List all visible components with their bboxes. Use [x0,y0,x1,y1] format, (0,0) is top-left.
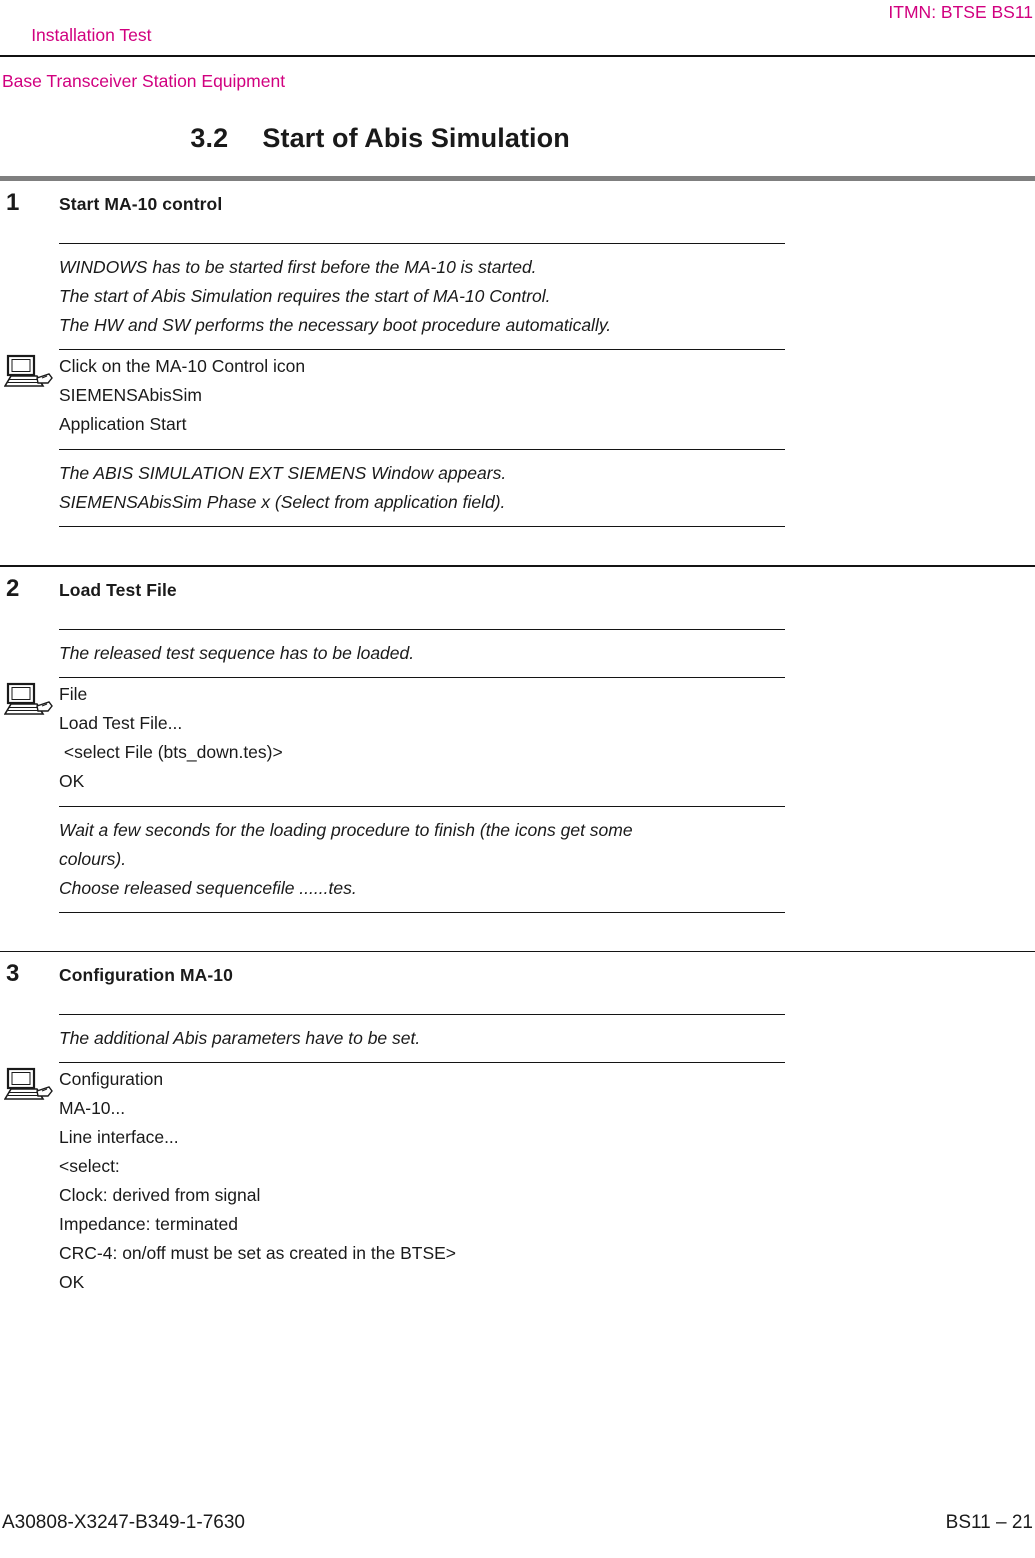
action-line: SIEMENSAbisSim [59,385,202,405]
step-3-title: Configuration MA-10 [59,965,233,986]
step-3-note-lines: The additional Abis parameters have to b… [59,1015,785,1062]
footer-document-number: A30808-X3247-B349-1-7630 [2,1512,245,1533]
step-1-number: 1 [6,189,20,216]
action-line: OK [59,1272,85,1293]
step-2: 2 Load Test File The released test seque… [0,567,1035,951]
step-1-action-lines: Click on the MA-10 Control icon SIEMENSA… [59,350,785,449]
step-3-header: 3 Configuration MA-10 [0,952,1035,998]
header-left-line1: Installation Test [31,25,152,45]
step-1-action-block: Click on the MA-10 Control icon SIEMENSA… [3,350,785,449]
result-line: Choose released sequencefile ......tes. [59,877,357,898]
page-title: 3.2 Start of Abis Simulation [160,92,570,185]
header-left-line2: Base Transceiver Station Equipment [2,71,286,91]
step-1-result-block: The ABIS SIMULATION EXT SIEMENS Window a… [59,449,785,527]
step-2-result-lines: Wait a few seconds for the loading proce… [59,807,785,912]
step-2-note-lines: The released test sequence has to be loa… [59,630,785,677]
note-line: The HW and SW performs the necessary boo… [59,315,612,335]
step-1-note-lines: WINDOWS has to be started first before t… [59,244,785,349]
result-line: The ABIS SIMULATION EXT SIEMENS Window a… [59,463,507,483]
action-line: Application Start [59,414,187,434]
step-2-action-lines: File Load Test File... <select File (bts… [59,678,785,806]
steps-container: 1 Start MA-10 control WINDOWS has to be … [0,176,1035,1307]
step-3-number: 3 [6,960,20,988]
note-line: WINDOWS has to be started first before t… [59,257,537,277]
step-1: 1 Start MA-10 control WINDOWS has to be … [0,181,1035,565]
running-header: Installation Test Base Transceiver Stati… [0,0,1035,91]
result-line: SIEMENSAbisSim Phase x (Select from appl… [59,492,506,512]
note-line: The released test sequence has to be loa… [59,642,415,663]
chapter-number: 3.2 [190,123,229,153]
step-2-number: 2 [6,574,20,602]
computer-hand-icon [3,354,54,390]
action-line: File [59,683,88,704]
step-2-note-block: The released test sequence has to be loa… [59,628,785,678]
result-line: Wait a few seconds for the loading proce… [59,819,633,840]
result-line: colours). [59,848,127,869]
computer-hand-icon [3,682,54,718]
action-line: <select File (bts_down.tes)> [59,741,283,762]
action-line: Configuration [59,1069,164,1090]
step-2-title: Load Test File [59,579,177,600]
action-line: Line interface... [59,1127,179,1148]
action-line: Impedance: terminated [59,1214,238,1235]
step-1-result-lines: The ABIS SIMULATION EXT SIEMENS Window a… [59,450,785,526]
computer-hand-icon [3,1067,54,1103]
step-2-action-block: File Load Test File... <select File (bts… [3,678,785,806]
step-2-result-block: Wait a few seconds for the loading proce… [59,805,785,913]
document-page: Installation Test Base Transceiver Stati… [0,0,1035,1558]
header-rule [0,55,1035,57]
step-1-title: Start MA-10 control [59,194,223,214]
action-line: MA-10... [59,1098,126,1119]
action-line: Load Test File... [59,712,183,733]
step-3-note-block: The additional Abis parameters have to b… [59,1014,785,1064]
step-3-action-block: Configuration MA-10... Line interface...… [3,1063,785,1307]
footer-page-number: BS11 – 21 [945,1512,1033,1533]
action-line: CRC-4: on/off must be set as created in … [59,1243,457,1264]
action-line: Clock: derived from signal [59,1185,261,1206]
step-3: 3 Configuration MA-10 The additional Abi… [0,952,1035,1307]
chapter-heading-text: Start of Abis Simulation [262,123,570,153]
action-line: OK [59,770,85,791]
step-1-note-block: WINDOWS has to be started first before t… [59,243,785,350]
header-right: ITMN: BTSE BS11 [888,2,1033,22]
action-line: Click on the MA-10 Control icon [59,356,306,376]
note-line: The additional Abis parameters have to b… [59,1028,421,1049]
step-1-header: 1 Start MA-10 control [0,181,1035,227]
step-2-header: 2 Load Test File [0,567,1035,613]
action-line: <select: [59,1156,120,1177]
step-3-action-lines: Configuration MA-10... Line interface...… [59,1063,785,1307]
note-line: The start of Abis Simulation requires th… [59,286,551,306]
page-footer: A30808-X3247-B349-1-7630 BS11 – 21 [0,1512,1035,1540]
